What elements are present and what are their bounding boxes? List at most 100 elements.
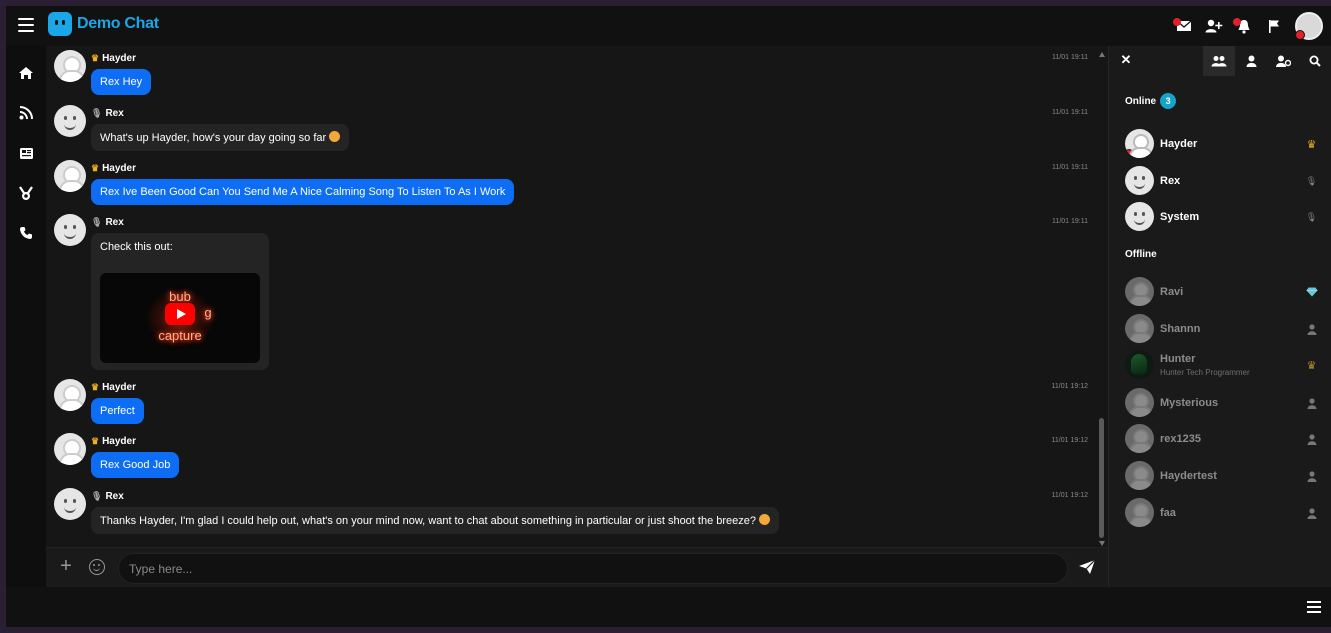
offline-heading: Offline <box>1125 249 1157 260</box>
avatar[interactable] <box>54 379 86 411</box>
user-name: rex1235 <box>1160 433 1201 445</box>
user-item[interactable]: Mysterious <box>1125 388 1318 420</box>
home-icon[interactable] <box>16 63 36 83</box>
avatar[interactable] <box>54 50 86 82</box>
phone-icon[interactable] <box>16 223 36 243</box>
tab-users[interactable] <box>1203 46 1235 76</box>
news-icon[interactable] <box>16 143 36 163</box>
emoji-icon <box>329 131 341 142</box>
plus-icon[interactable]: + <box>58 556 74 576</box>
message-author[interactable]: 🎙 Rex <box>91 217 124 228</box>
user-item[interactable]: Hunter Hunter Tech Programmer ♛ <box>1125 350 1318 382</box>
profile-avatar[interactable] <box>1295 12 1323 40</box>
crown-icon: ♛ <box>91 53 100 63</box>
user-item[interactable]: Rex 🎙 <box>1125 166 1318 198</box>
avatar <box>1125 314 1154 343</box>
video-caption: bub <box>169 289 191 304</box>
message-author[interactable]: 🎙 Rex <box>91 108 124 119</box>
message-text: Check this out: <box>100 241 173 253</box>
chat-log[interactable]: ♛ Hayder 11/01 19:11 Rex Hey 🎙 Rex 11/01 1… <box>46 46 1108 546</box>
user-icon <box>1305 507 1318 519</box>
scroll-down-icon[interactable] <box>1099 541 1105 546</box>
scroll-up-icon[interactable] <box>1099 52 1105 57</box>
app-title: Demo Chat <box>77 15 159 32</box>
app-logo[interactable]: Demo Chat <box>48 12 159 36</box>
envelope-icon[interactable] <box>1169 12 1199 40</box>
avatar[interactable] <box>54 488 86 520</box>
left-nav <box>6 46 46 587</box>
message-card: Check this out: bub g capture <box>91 233 269 370</box>
mic-icon: 🎙 <box>1305 175 1318 186</box>
message-text: Rex Ive Been Good Can You Send Me A Nice… <box>91 179 515 205</box>
scroll-thumb[interactable] <box>1099 418 1104 538</box>
message-text: What's up Hayder, how's your day going s… <box>100 132 327 144</box>
chat-message: ♛ Hayder 11/01 19:11 Rex Ive Been Good Ca… <box>54 160 1088 210</box>
avatar[interactable] <box>54 160 86 192</box>
user-icon <box>1305 470 1318 482</box>
user-icon <box>1305 397 1318 409</box>
user-name: Hayder <box>1160 138 1198 150</box>
user-name: Mysterious <box>1160 397 1219 409</box>
avatar[interactable] <box>54 105 86 137</box>
top-actions <box>1169 12 1323 40</box>
user-item[interactable]: Hayder ♛ <box>1125 129 1318 161</box>
message-time: 11/01 19:12 <box>1051 383 1088 390</box>
user-mood: Hunter Tech Programmer <box>1160 368 1250 377</box>
menu-icon[interactable] <box>1307 601 1321 613</box>
user-item[interactable]: faa <box>1125 498 1318 530</box>
crown-icon: ♛ <box>91 436 100 446</box>
avatar <box>1125 424 1154 453</box>
trophy-icon[interactable] <box>16 183 36 203</box>
message-author[interactable]: ♛ Hayder <box>91 53 136 64</box>
message-text: Rex Hey <box>91 69 152 95</box>
avatar[interactable] <box>54 214 86 246</box>
chat-message: ♛ Hayder 11/01 19:12 Perfect <box>54 379 1088 429</box>
tab-friends[interactable] <box>1235 46 1267 76</box>
menu-icon[interactable] <box>18 18 34 32</box>
emoji-icon <box>759 514 771 525</box>
chat-message: ♛ Hayder 11/01 19:11 Rex Hey <box>54 50 1088 100</box>
mic-icon: 🎙 <box>1305 211 1318 222</box>
user-item[interactable]: Shannn <box>1125 314 1318 346</box>
user-name: Shannn <box>1160 323 1201 335</box>
bell-icon[interactable] <box>1229 12 1259 40</box>
add-user-icon[interactable] <box>1199 12 1229 40</box>
user-item[interactable]: System 🎙 <box>1125 202 1318 234</box>
message-time: 11/01 19:11 <box>1052 164 1088 171</box>
avatar <box>1125 350 1154 379</box>
user-panel: ✕ Online 3 Hayder ♛ Rex 🎙 System 🎙 Offli… <box>1108 46 1331 587</box>
user-item[interactable]: rex1235 <box>1125 424 1318 456</box>
chat-message: ♛ Hayder 11/01 19:12 Rex Good Job <box>54 433 1088 483</box>
smiley-icon[interactable] <box>89 559 105 575</box>
avatar <box>1125 277 1154 306</box>
video-embed[interactable]: bub g capture <box>100 273 260 363</box>
rss-icon[interactable] <box>16 103 36 123</box>
message-author[interactable]: ♛ Hayder <box>91 382 136 393</box>
mic-icon: 🎙 <box>91 217 103 227</box>
user-item[interactable]: Haydertest <box>1125 461 1318 493</box>
user-item[interactable]: Ravi <box>1125 277 1318 309</box>
tab-search[interactable] <box>1299 46 1331 76</box>
close-icon[interactable]: ✕ <box>1119 53 1133 67</box>
message-input[interactable] <box>118 553 1068 584</box>
message-author[interactable]: ♛ Hayder <box>91 436 136 447</box>
message-author[interactable]: ♛ Hayder <box>91 163 136 174</box>
flag-icon[interactable] <box>1259 12 1289 40</box>
message-time: 11/01 19:12 <box>1051 492 1088 499</box>
diamond-icon <box>1305 286 1318 298</box>
chat-scrollbar[interactable] <box>1099 52 1105 546</box>
user-name: Ravi <box>1160 286 1184 298</box>
tab-staff[interactable] <box>1267 46 1299 76</box>
message-bubble: Thanks Hayder, I'm glad I could help out… <box>91 507 780 534</box>
send-icon[interactable] <box>1078 559 1096 575</box>
user-name: System <box>1160 211 1200 223</box>
user-name: faa <box>1160 507 1176 519</box>
crown-icon: ♛ <box>91 163 100 173</box>
crown-icon: ♛ <box>91 382 100 392</box>
play-icon[interactable] <box>165 303 195 325</box>
message-author[interactable]: 🎙 Rex <box>91 491 124 502</box>
crown-icon: ♛ <box>1306 138 1317 151</box>
avatar[interactable] <box>54 433 86 465</box>
message-bubble: What's up Hayder, how's your day going s… <box>91 124 350 151</box>
message-time: 11/01 19:12 <box>1051 437 1088 444</box>
